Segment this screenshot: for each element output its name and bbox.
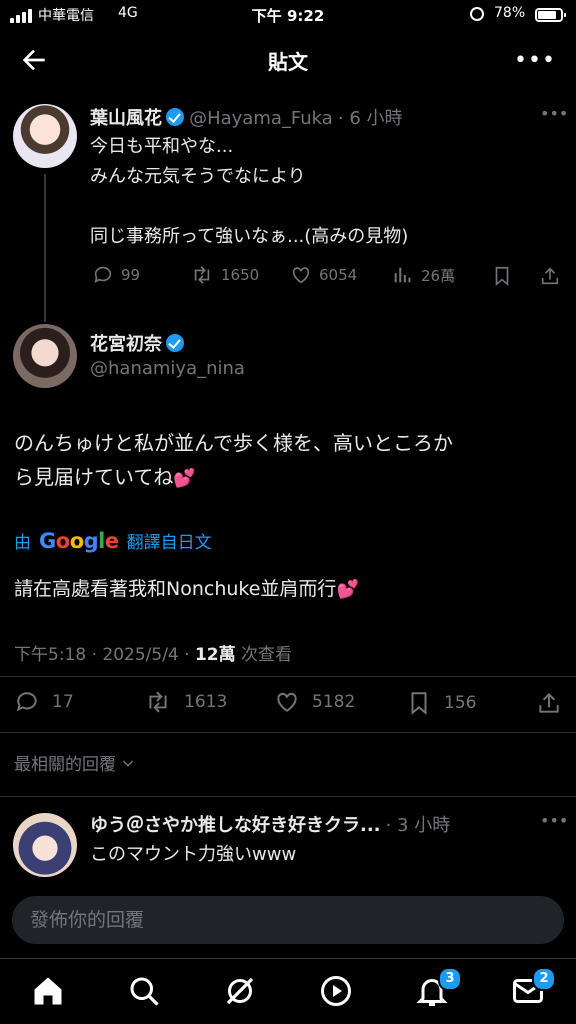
author-name[interactable]: 花宮初奈 (90, 334, 162, 355)
grok-icon[interactable] (222, 973, 258, 1009)
bookmark-count: 156 (444, 693, 477, 713)
like-count: 6054 (319, 266, 358, 284)
sort-label: 最相關的回覆 (14, 755, 116, 775)
home-icon[interactable] (30, 973, 66, 1009)
chevron-down-icon (122, 759, 134, 767)
author-name[interactable]: 葉山風花 (90, 108, 162, 129)
battery-icon (535, 8, 566, 22)
reply-tweet-header: ゆう＠さやか推しな好き好きクラ... · 3 小時 (90, 811, 450, 837)
tweet-more-icon[interactable]: ••• (540, 104, 568, 123)
play-video-icon[interactable] (318, 973, 354, 1009)
translation-attribution[interactable]: 由 Google 翻譯自日文 (14, 528, 212, 554)
tweet-more-icon[interactable]: ••• (540, 811, 568, 830)
views-chart-icon (394, 267, 411, 283)
search-icon[interactable] (126, 973, 162, 1009)
tweet-line-text: ら見届けていてね (14, 465, 174, 489)
like-count: 5182 (312, 692, 356, 712)
reply-count: 17 (52, 692, 74, 712)
views-count: 12萬 (194, 645, 236, 665)
two-hearts-emoji: 💕 (173, 468, 196, 489)
tweet-age: · 6 小時 (337, 108, 403, 129)
heart-icon (277, 692, 297, 712)
two-hearts-emoji: 💕 (336, 579, 359, 600)
divider (0, 732, 576, 733)
author-handle[interactable]: @Hayama_Fuka (189, 108, 333, 129)
parent-tweet-header: 葉山風花 @Hayama_Fuka · 6 小時 (90, 104, 403, 130)
verified-badge-icon (166, 334, 184, 352)
reply-icon (94, 266, 112, 283)
reply-button[interactable]: 17 (14, 689, 74, 715)
reply-input[interactable] (12, 896, 564, 944)
status-bar: 中華電信 4G 下午 9:22 78% (0, 0, 576, 30)
top-nav: 貼文 ••• (0, 36, 576, 82)
messages-badge: 2 (532, 967, 556, 991)
author-handle[interactable]: @hanamiya_nina (90, 358, 245, 379)
rotation-lock-icon (470, 7, 484, 21)
reply-composer[interactable] (12, 896, 564, 944)
verified-badge-icon (166, 108, 184, 126)
parent-tweet-text: 今日も平和やな... みんな元気そうでなにより 同じ事務所って強いなぁ...(高… (90, 132, 560, 252)
tweet-line: 同じ事務所って強いなぁ...(高みの見物) (90, 226, 409, 247)
view-count: 26萬 (421, 266, 456, 285)
tweet-line: みんな元気そうでなにより (90, 166, 306, 187)
reply-tweet-text: このマウント力強いwww (90, 844, 297, 865)
bookmark-icon[interactable] (491, 264, 513, 288)
bottom-tab-bar: 3 2 (0, 958, 576, 1024)
main-tweet-text: のんちゅけと私が並んで歩く様を、高いところか ら見届けていてね💕 (14, 426, 570, 496)
tweet-line: 今日も平和やな... (90, 136, 234, 157)
like-button[interactable]: 5182 (274, 689, 355, 715)
tweet-timestamp: 下午5:18 · 2025/5/4 · (14, 645, 195, 665)
sort-replies-dropdown[interactable]: 最相關的回覆 (14, 750, 136, 775)
author-name[interactable]: ゆう＠さやか推しな好き好きクラ... (90, 815, 381, 836)
divider (0, 676, 576, 677)
thread-connector (44, 174, 46, 322)
divider (0, 796, 576, 797)
avatar-hayama[interactable] (13, 104, 77, 168)
tweet-line: のんちゅけと私が並んで歩く様を、高いところか (14, 431, 453, 455)
retweet-icon (194, 266, 210, 284)
heart-icon (292, 267, 310, 284)
retweet-button[interactable]: 1613 (144, 689, 227, 715)
clock: 下午 9:22 (251, 7, 325, 25)
avatar-hanamiya[interactable] (13, 324, 77, 388)
translated-from-label: 翻譯自日文 (126, 533, 212, 553)
more-options-icon[interactable]: ••• (514, 48, 556, 73)
retweet-button[interactable]: 1650 (190, 264, 259, 286)
tweet-line: ら見届けていてね💕 (14, 460, 570, 496)
reply-count: 99 (121, 266, 141, 284)
tweet-meta: 下午5:18 · 2025/5/4 · 12萬 次查看 (14, 640, 292, 665)
translation-body: 請在高處看著我和Nonchuke並肩而行 (14, 578, 337, 600)
avatar-yuu[interactable] (13, 813, 77, 877)
bookmark-icon (411, 692, 427, 715)
main-tweet-author: 花宮初奈 (90, 330, 184, 356)
translated-by-label: 由 (14, 533, 31, 553)
share-icon[interactable] (539, 264, 561, 288)
notifications-badge: 3 (438, 967, 462, 991)
like-button[interactable]: 6054 (290, 264, 357, 286)
retweet-count: 1613 (184, 692, 228, 712)
tweet-age: · 3 小時 (385, 815, 451, 836)
bookmark-button[interactable]: 156 (406, 689, 476, 717)
page-title: 貼文 (268, 50, 308, 74)
views-button[interactable]: 26萬 (392, 264, 455, 286)
reply-button[interactable]: 99 (92, 264, 140, 286)
battery-percent: 78% (494, 5, 526, 21)
share-icon[interactable] (536, 689, 562, 717)
views-label: 次查看 (235, 645, 293, 665)
google-logo: Google (39, 528, 119, 553)
reply-icon (16, 692, 37, 712)
retweet-icon (149, 691, 167, 713)
retweet-count: 1650 (221, 266, 260, 284)
translated-text: 請在高處看著我和Nonchuke並肩而行💕 (14, 574, 359, 605)
